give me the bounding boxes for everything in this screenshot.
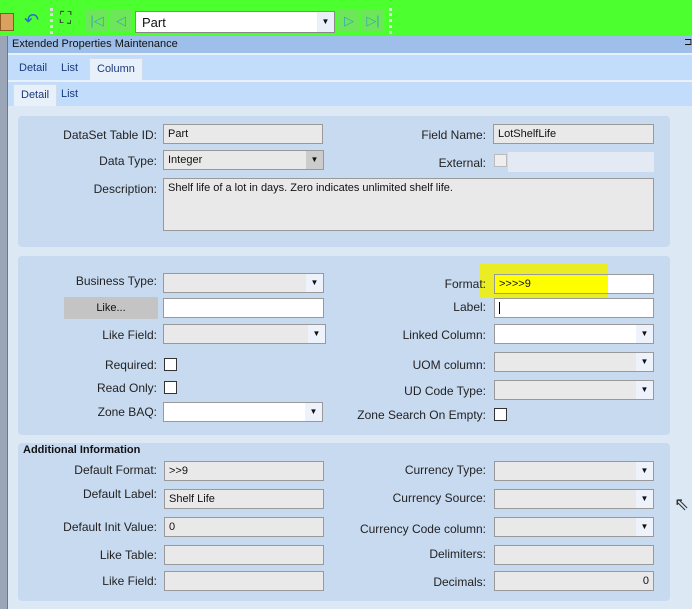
- chevron-down-icon[interactable]: ▼: [317, 12, 334, 32]
- like-field-label: Like Field:: [102, 328, 157, 342]
- uom-column-select[interactable]: ▼: [494, 352, 654, 372]
- currency-type-label: Currency Type:: [404, 463, 486, 477]
- linked-column-select[interactable]: ▼: [494, 324, 654, 344]
- toolbar: ↶ ⛶ |◁ ◁ Part ▼ ▷ ▷|: [0, 0, 692, 36]
- clipboard-icon[interactable]: [0, 13, 14, 31]
- like-button[interactable]: Like...: [64, 297, 158, 319]
- currency-code-select[interactable]: ▼: [494, 517, 654, 537]
- undo-icon[interactable]: ↶: [24, 10, 39, 31]
- format-label: Format:: [444, 277, 486, 291]
- label-label: Label:: [453, 300, 486, 314]
- tab-row: Detail List Column: [8, 53, 692, 80]
- required-label: Required:: [104, 358, 157, 372]
- default-format-field[interactable]: >>9: [164, 461, 324, 481]
- delimiters-label: Delimiters:: [429, 547, 486, 561]
- chevron-down-icon[interactable]: ▼: [636, 462, 653, 480]
- subtab-list[interactable]: List: [54, 84, 85, 106]
- default-init-label: Default Init Value:: [63, 520, 157, 534]
- previous-record-icon[interactable]: ◁: [110, 10, 132, 32]
- chevron-down-icon[interactable]: ▼: [636, 518, 653, 536]
- pin-icon[interactable]: ⊐: [684, 37, 692, 48]
- business-type-select[interactable]: ▼: [163, 273, 324, 293]
- required-checkbox[interactable]: [164, 358, 177, 371]
- external-area: [508, 152, 654, 172]
- chevron-down-icon[interactable]: ▼: [305, 403, 322, 421]
- like-table-field[interactable]: [164, 545, 324, 565]
- description-label: Description:: [93, 182, 157, 196]
- currency-code-label: Currency Code column:: [359, 522, 486, 536]
- chevron-down-icon[interactable]: ▼: [636, 353, 653, 371]
- field-name-label: Field Name:: [421, 128, 486, 142]
- zone-baq-select[interactable]: ▼: [163, 402, 323, 422]
- left-scrollbar[interactable]: [0, 36, 8, 609]
- label-input[interactable]: [494, 298, 654, 318]
- chevron-down-icon[interactable]: ▼: [308, 325, 325, 343]
- data-type-value: Integer: [168, 154, 203, 166]
- last-record-icon[interactable]: ▷|: [362, 10, 384, 32]
- tab-column[interactable]: Column: [89, 58, 143, 80]
- decimals-label: Decimals:: [433, 575, 486, 589]
- external-checkbox[interactable]: [494, 154, 507, 167]
- toolbar-separator: [389, 8, 392, 34]
- dataset-label: DataSet Table ID:: [63, 128, 157, 142]
- currency-source-label: Currency Source:: [392, 491, 486, 505]
- chevron-down-icon[interactable]: ▼: [306, 151, 323, 169]
- read-only-label: Read Only:: [96, 381, 157, 395]
- currency-type-select[interactable]: ▼: [494, 461, 654, 481]
- like-field-field[interactable]: [164, 571, 324, 591]
- default-label-field[interactable]: Shelf Life: [164, 489, 324, 509]
- first-record-icon[interactable]: |◁: [86, 10, 108, 32]
- chevron-down-icon[interactable]: ▼: [636, 490, 653, 508]
- ud-code-type-label: UD Code Type:: [404, 384, 486, 398]
- mouse-cursor-icon: ⇖: [674, 494, 690, 514]
- linked-column-label: Linked Column:: [402, 328, 486, 342]
- window-title: Extended Properties Maintenance: [8, 36, 692, 53]
- uom-column-label: UOM column:: [412, 358, 486, 372]
- data-type-select[interactable]: Integer ▼: [163, 150, 324, 170]
- delimiters-field[interactable]: [494, 545, 654, 565]
- section-title: Additional Information: [23, 444, 141, 456]
- like-input[interactable]: [163, 298, 324, 318]
- default-label-label: Default Label:: [82, 487, 157, 501]
- tab-detail[interactable]: Detail: [12, 58, 54, 80]
- like-field-select[interactable]: ▼: [163, 324, 326, 344]
- chevron-down-icon[interactable]: ▼: [636, 381, 653, 399]
- decimals-field[interactable]: 0: [494, 571, 654, 591]
- key-combo[interactable]: Part ▼: [135, 11, 335, 33]
- zone-search-checkbox[interactable]: [494, 408, 507, 421]
- format-input[interactable]: >>>>9: [494, 274, 654, 294]
- like-field-label-2: Like Field:: [102, 574, 157, 588]
- chevron-down-icon[interactable]: ▼: [306, 274, 323, 292]
- dataset-field[interactable]: Part: [163, 124, 323, 144]
- data-type-label: Data Type:: [99, 154, 157, 168]
- read-only-checkbox[interactable]: [164, 381, 177, 394]
- zone-baq-label: Zone BAQ:: [97, 405, 157, 419]
- subtab-row: Detail List: [8, 80, 692, 106]
- default-format-label: Default Format:: [74, 463, 157, 477]
- ud-code-type-select[interactable]: ▼: [494, 380, 654, 400]
- field-name-field[interactable]: LotShelfLife: [493, 124, 654, 144]
- default-init-field[interactable]: 0: [164, 517, 324, 537]
- subtab-detail[interactable]: Detail: [13, 84, 58, 106]
- next-record-icon[interactable]: ▷: [338, 10, 360, 32]
- binoculars-icon[interactable]: ⛶: [60, 10, 71, 28]
- combo-value: Part: [142, 15, 166, 30]
- business-type-label: Business Type:: [75, 274, 157, 288]
- external-label: External:: [438, 156, 486, 170]
- description-field[interactable]: Shelf life of a lot in days. Zero indica…: [163, 178, 654, 231]
- currency-source-select[interactable]: ▼: [494, 489, 654, 509]
- toolbar-separator: [50, 8, 53, 34]
- zone-search-label: Zone Search On Empty:: [357, 408, 486, 422]
- tab-list[interactable]: List: [54, 58, 85, 80]
- like-table-label: Like Table:: [99, 548, 157, 562]
- chevron-down-icon[interactable]: ▼: [636, 325, 653, 343]
